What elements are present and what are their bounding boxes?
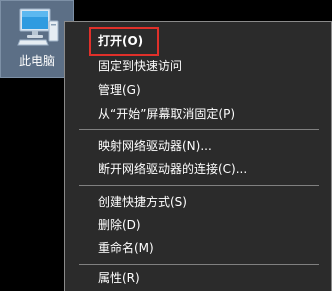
menu-item-properties[interactable]: 属性(R) xyxy=(98,268,140,288)
menu-item-disconnect-network-drive[interactable]: 断开网络驱动器的连接(C)... xyxy=(98,159,247,179)
menu-item-delete[interactable]: 删除(D) xyxy=(98,215,141,235)
menu-item-pin-quick-access[interactable]: 固定到快速访问 xyxy=(98,56,182,76)
menu-item-unpin-start[interactable]: 从“开始”屏幕取消固定(P) xyxy=(98,104,235,124)
highlight-annotation-box xyxy=(89,27,159,56)
desktop: 此电脑 打开(O) 固定到快速访问 管理(G) 从“开始”屏幕取消固定(P) 映… xyxy=(0,0,332,291)
menu-separator xyxy=(79,264,319,265)
this-pc-desktop-icon[interactable]: 此电脑 xyxy=(0,0,74,78)
desktop-icon-label: 此电脑 xyxy=(18,54,55,68)
menu-item-create-shortcut[interactable]: 创建快捷方式(S) xyxy=(98,192,187,212)
menu-item-map-network-drive[interactable]: 映射网络驱动器(N)... xyxy=(98,136,212,156)
menu-separator xyxy=(79,129,319,130)
context-menu: 打开(O) 固定到快速访问 管理(G) 从“开始”屏幕取消固定(P) 映射网络驱… xyxy=(64,21,332,291)
menu-item-rename[interactable]: 重命名(M) xyxy=(98,238,154,258)
menu-item-manage[interactable]: 管理(G) xyxy=(98,80,141,100)
menu-separator xyxy=(79,185,319,186)
computer-icon xyxy=(17,8,59,46)
